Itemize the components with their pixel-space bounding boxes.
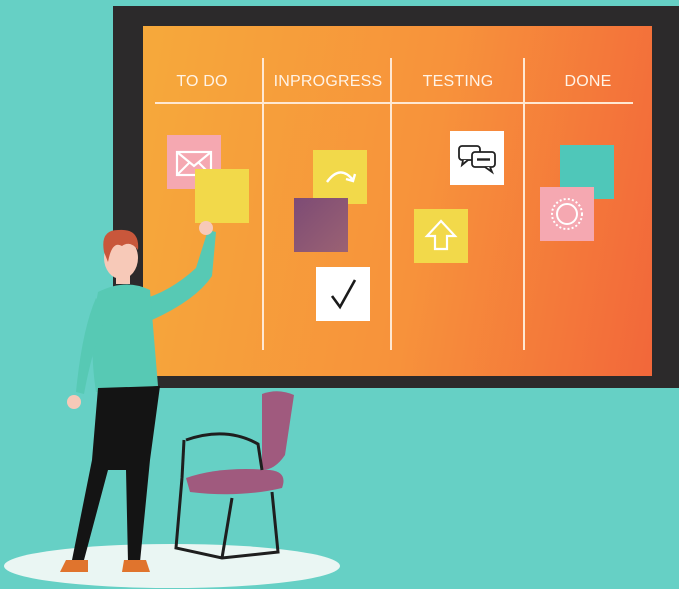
kanban-illustration: TO DO INPROGRESS TESTING DONE <box>0 0 679 589</box>
person-figure <box>60 221 216 572</box>
